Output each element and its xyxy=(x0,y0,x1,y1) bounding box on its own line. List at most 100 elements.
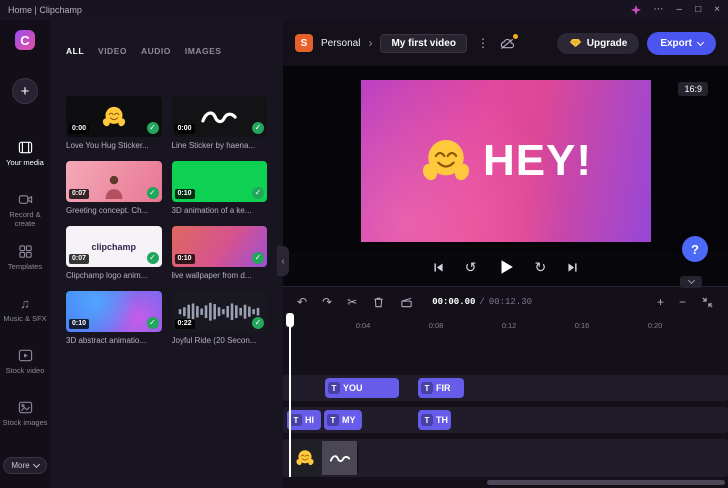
music-note-icon: ♫ xyxy=(20,296,30,311)
timecode-display: 00:00.00 / 00:12.30 xyxy=(432,297,532,307)
skip-end-button[interactable] xyxy=(566,261,579,274)
diamond-icon xyxy=(569,38,582,48)
play-button[interactable] xyxy=(497,258,515,276)
added-check-icon: ✓ xyxy=(252,187,264,199)
tab-images[interactable]: IMAGES xyxy=(185,46,222,56)
media-title: Joyful Ride (20 Secon... xyxy=(172,336,268,345)
text-clip[interactable]: T TH xyxy=(418,410,451,430)
forward-icon: ↻ xyxy=(535,260,547,274)
kebab-menu-button[interactable]: ⋮ xyxy=(475,36,491,50)
tab-audio[interactable]: AUDIO xyxy=(141,46,171,56)
tab-all[interactable]: ALL xyxy=(66,46,84,56)
duration-badge: 0:22 xyxy=(175,319,195,329)
sidebar-item-templates[interactable]: Templates xyxy=(0,244,50,284)
media-grid: 0:00 ✓ Love You Hug Sticker... 0:00 ✓ Li… xyxy=(66,96,267,345)
media-item[interactable]: 0:10 ✓ live wallpaper from d... xyxy=(172,226,268,280)
ruler-label: 0:08 xyxy=(429,321,444,330)
maximize-button[interactable]: □ xyxy=(695,5,701,15)
sidebar-item-label: Record & create xyxy=(2,210,48,229)
stock-images-icon xyxy=(18,400,33,415)
zoom-fit-button[interactable] xyxy=(701,296,714,309)
close-button[interactable]: × xyxy=(714,5,720,15)
sidebar-item-your-media[interactable]: Your media xyxy=(0,140,50,180)
chevron-down-icon xyxy=(33,461,40,468)
text-clip[interactable]: T FIR xyxy=(418,378,464,398)
added-check-icon: ✓ xyxy=(252,317,264,329)
stock-video-icon xyxy=(18,348,33,363)
video-preview[interactable]: HEY! xyxy=(361,80,651,242)
sidebar-item-record-create[interactable]: Record & create xyxy=(0,192,50,232)
playhead-handle[interactable] xyxy=(286,313,294,327)
text-clip[interactable]: T HI xyxy=(287,410,321,430)
text-icon: T xyxy=(327,414,339,426)
forward-button[interactable]: ↻ xyxy=(535,260,547,274)
clip-label: TH xyxy=(436,415,448,425)
sidebar-item-label: Templates xyxy=(8,262,42,271)
duration-badge: 0:10 xyxy=(69,319,89,329)
video-clip[interactable] xyxy=(287,441,359,475)
text-clip[interactable]: T MY xyxy=(324,410,362,430)
project-title-input[interactable]: My first video xyxy=(380,34,466,53)
playback-controls: ↺ ↻ xyxy=(283,258,728,276)
timeline-track-text-2[interactable]: T HI T MY T TH xyxy=(283,407,728,433)
rewind-button[interactable]: ↺ xyxy=(465,260,477,274)
timeline-track-text-1[interactable]: T YOU T FIR xyxy=(283,375,728,401)
sparkle-icon[interactable] xyxy=(631,5,641,15)
tab-video[interactable]: VIDEO xyxy=(98,46,127,56)
play-icon xyxy=(497,258,515,276)
workspace-avatar[interactable]: S xyxy=(295,34,313,52)
media-item[interactable]: 0:00 ✓ Love You Hug Sticker... xyxy=(66,96,162,150)
timeline-ruler[interactable]: 0 0:04 0:08 0:12 0:16 0:20 xyxy=(283,319,728,333)
help-button[interactable]: ? xyxy=(682,236,708,262)
sidebar-item-stock-video[interactable]: Stock video xyxy=(0,348,50,388)
sidebar-item-label: Stock images xyxy=(2,418,47,427)
undo-button[interactable]: ↶ xyxy=(297,296,307,308)
delete-button[interactable] xyxy=(372,296,385,309)
sidebar-item-stock-images[interactable]: Stock images xyxy=(0,400,50,440)
ruler-label: 0:04 xyxy=(356,321,371,330)
total-time: 00:12.30 xyxy=(489,297,532,307)
duplicate-button[interactable] xyxy=(400,296,413,309)
redo-button[interactable]: ↷ xyxy=(322,296,332,308)
titlebar-more-button[interactable]: ⋯ xyxy=(654,5,664,15)
workspace-name[interactable]: Personal xyxy=(321,38,360,49)
current-time: 00:00.00 xyxy=(432,297,475,307)
timeline-track-video[interactable] xyxy=(283,439,728,477)
sidebar-more-button[interactable]: More xyxy=(3,457,46,474)
split-button[interactable]: ✂ xyxy=(347,296,357,308)
hug-emoji-sticker[interactable] xyxy=(419,134,473,188)
upgrade-button[interactable]: Upgrade xyxy=(557,33,640,54)
export-button[interactable]: Export xyxy=(647,32,716,55)
media-item[interactable]: 0:10 ✓ 3D animation of a ke... xyxy=(172,161,268,215)
skip-start-icon xyxy=(432,261,445,274)
zoom-out-button[interactable]: − xyxy=(679,296,686,308)
media-item[interactable]: clipchamp 0:07 ✓ Clipchamp logo anim... xyxy=(66,226,162,280)
zoom-in-button[interactable]: + xyxy=(657,296,664,308)
sync-off-button[interactable] xyxy=(499,37,516,50)
timeline-scrollbar[interactable] xyxy=(487,480,725,485)
skip-start-button[interactable] xyxy=(432,261,445,274)
timeline-panel: ↶ ↷ ✂ 00:00.00 / 00:12.30 + − 0 xyxy=(283,286,728,488)
sidebar-nav: Your media Record & create Templates ♫ M… xyxy=(0,140,50,440)
clipchamp-logo[interactable]: C xyxy=(15,30,35,50)
collapse-preview-button[interactable] xyxy=(680,276,702,288)
media-item[interactable]: 0:00 ✓ Line Sticker by haena... xyxy=(172,96,268,150)
media-item[interactable]: 0:22 ✓ Joyful Ride (20 Secon... xyxy=(172,291,268,345)
person-icon xyxy=(101,173,127,199)
aspect-ratio-badge[interactable]: 16:9 xyxy=(678,82,708,96)
text-clip[interactable]: T YOU xyxy=(325,378,399,398)
minimize-button[interactable]: – xyxy=(677,5,683,15)
add-media-button[interactable]: + xyxy=(12,78,38,104)
collapse-media-panel-button[interactable]: ‹ xyxy=(277,246,289,276)
logo-letter: C xyxy=(20,33,29,48)
media-title: Line Sticker by haena... xyxy=(172,141,268,150)
sidebar-item-music-sfx[interactable]: ♫ Music & SFX xyxy=(0,296,50,336)
preview-text[interactable]: HEY! xyxy=(483,136,592,186)
media-item[interactable]: 0:07 ✓ Greeting concept. Ch... xyxy=(66,161,162,215)
sidebar: C + Your media Record & create Templates… xyxy=(0,20,50,488)
chevron-down-icon xyxy=(687,277,694,284)
notification-dot xyxy=(513,34,518,39)
skip-end-icon xyxy=(566,261,579,274)
media-item[interactable]: 0:10 ✓ 3D abstract animatio... xyxy=(66,291,162,345)
timeline-toolbar: ↶ ↷ ✂ 00:00.00 / 00:12.30 + − xyxy=(283,287,728,317)
